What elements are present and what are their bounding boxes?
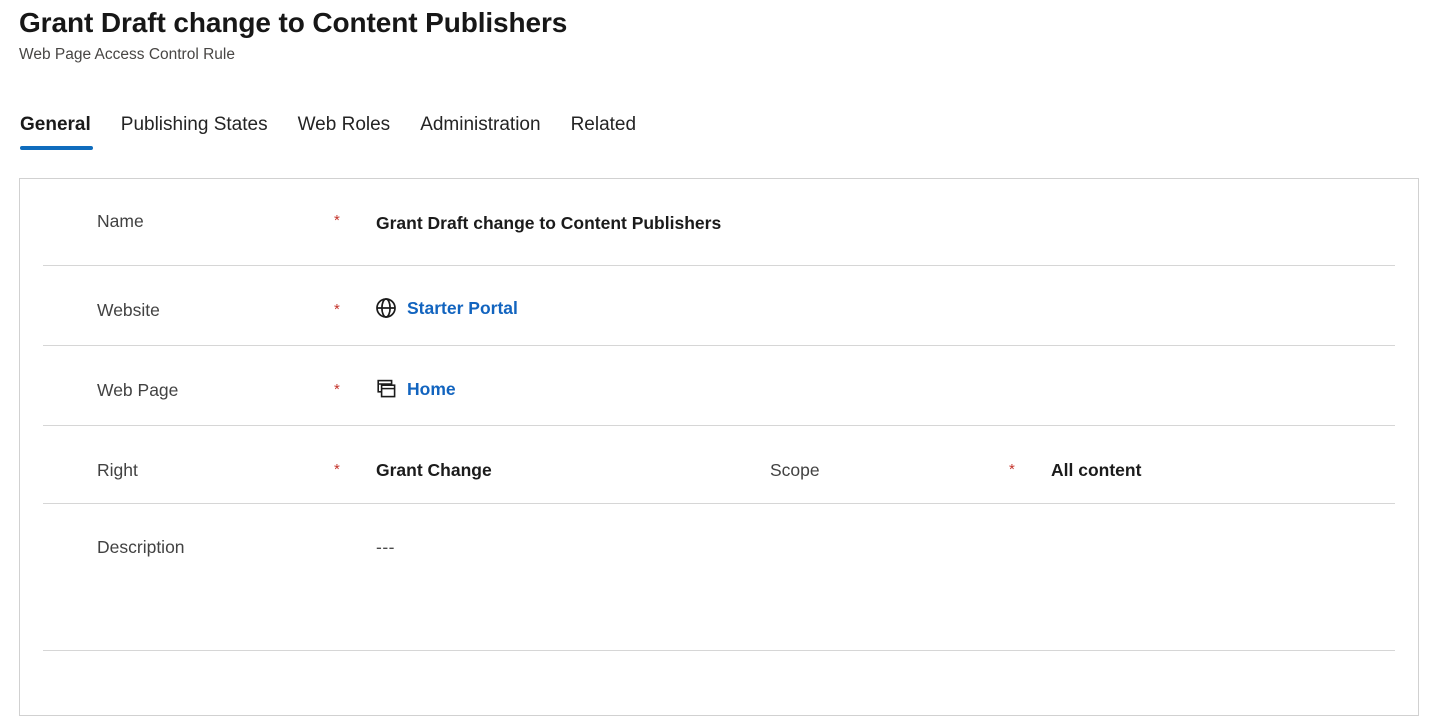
general-tab-form-card: Name * Grant Draft change to Content Pub… <box>19 178 1419 716</box>
tab-administration[interactable]: Administration <box>405 108 555 142</box>
tab-web-roles-label: Web Roles <box>297 114 391 135</box>
field-value-right[interactable]: Grant Change <box>376 460 492 480</box>
tab-related-label: Related <box>570 114 637 135</box>
web-page-access-control-rule-form: Grant Draft change to Content Publishers… <box>0 0 1439 728</box>
field-label-right: Right <box>97 460 138 480</box>
tab-publishing-states[interactable]: Publishing States <box>106 108 283 142</box>
tab-general[interactable]: General <box>17 108 106 150</box>
field-row-right-and-scope: Right * Grant Change Scope * All content <box>20 426 1418 504</box>
field-value-web-page-link[interactable]: Home <box>407 378 456 400</box>
field-value-description[interactable]: --- <box>376 537 395 557</box>
tab-publishing-states-label: Publishing States <box>120 114 268 135</box>
tab-bar: General Publishing States Web Roles Admi… <box>17 108 651 150</box>
tab-administration-label: Administration <box>420 114 541 135</box>
field-label-description: Description <box>97 537 185 557</box>
field-value-website-link[interactable]: Starter Portal <box>407 297 518 319</box>
field-label-web-page: Web Page <box>97 380 179 400</box>
required-asterisk-name: * <box>334 212 340 229</box>
field-label-website: Website <box>97 300 160 320</box>
page-title: Grant Draft change to Content Publishers <box>19 7 568 38</box>
field-row-description: Description --- <box>20 504 1418 651</box>
field-label-name: Name <box>97 211 144 231</box>
page-header: Grant Draft change to Content Publishers… <box>19 6 1419 66</box>
tab-related[interactable]: Related <box>556 108 652 142</box>
required-asterisk-scope: * <box>1009 461 1015 478</box>
field-value-name[interactable]: Grant Draft change to Content Publishers <box>376 213 721 233</box>
required-asterisk-website: * <box>334 301 340 318</box>
field-row-website: Website * Starter Portal <box>20 266 1418 346</box>
globe-icon <box>374 296 398 320</box>
tab-web-roles[interactable]: Web Roles <box>283 108 406 142</box>
page-subtitle-entity-type: Web Page Access Control Rule <box>19 46 235 63</box>
field-value-scope[interactable]: All content <box>1051 460 1141 480</box>
tab-general-label: General <box>20 114 91 135</box>
required-asterisk-right: * <box>334 461 340 478</box>
row-divider <box>43 650 1395 651</box>
cascading-windows-icon <box>374 377 398 401</box>
field-label-scope: Scope <box>770 460 820 480</box>
field-row-name: Name * Grant Draft change to Content Pub… <box>20 179 1418 266</box>
required-asterisk-web-page: * <box>334 381 340 398</box>
field-row-web-page: Web Page * Home <box>20 346 1418 426</box>
